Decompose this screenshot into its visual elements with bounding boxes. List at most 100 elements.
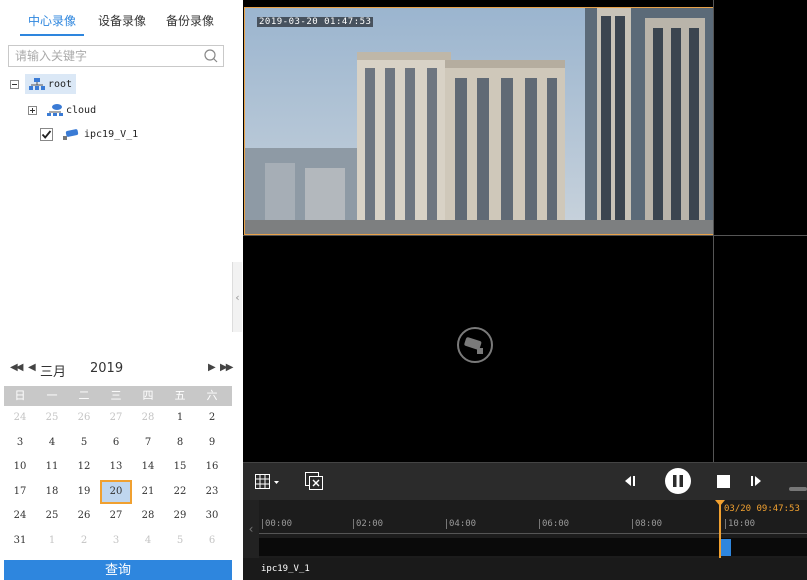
timeline[interactable]: ‹ 00:00 02:00 04:00 06:00 08:00 10:00 03… bbox=[243, 500, 807, 558]
calendar-day[interactable]: 16 bbox=[196, 455, 228, 480]
calendar-day[interactable]: 2 bbox=[196, 406, 228, 431]
calendar-day[interactable]: 9 bbox=[196, 431, 228, 456]
timeline-cursor[interactable] bbox=[715, 500, 725, 558]
calendar-day[interactable]: 6 bbox=[196, 529, 228, 554]
pause-button[interactable] bbox=[664, 467, 692, 498]
calendar-day[interactable]: 30 bbox=[196, 504, 228, 529]
query-button[interactable]: 查询 bbox=[4, 560, 232, 580]
calendar-day[interactable]: 21 bbox=[132, 480, 164, 505]
panel-collapse-handle[interactable]: ‹ bbox=[232, 262, 242, 332]
check-icon bbox=[41, 129, 52, 139]
close-all-windows-icon[interactable] bbox=[305, 472, 323, 493]
calendar-day[interactable]: 13 bbox=[100, 455, 132, 480]
calendar-day[interactable]: 4 bbox=[132, 529, 164, 554]
speed-slider[interactable] bbox=[789, 480, 807, 494]
camera-checkbox[interactable] bbox=[40, 127, 53, 141]
tree-label-cloud: cloud bbox=[66, 104, 97, 116]
video-window-2[interactable] bbox=[715, 7, 807, 235]
calendar-day[interactable]: 6 bbox=[100, 431, 132, 456]
calendar-day[interactable]: 19 bbox=[68, 480, 100, 505]
calendar-year[interactable]: 2019 bbox=[90, 361, 123, 376]
timeline-axis bbox=[259, 533, 807, 534]
video-window-4[interactable] bbox=[715, 236, 807, 462]
prev-month-icon[interactable]: ◀ bbox=[28, 362, 36, 373]
calendar-day[interactable]: 25 bbox=[36, 504, 68, 529]
calendar-day[interactable]: 22 bbox=[164, 480, 196, 505]
video-window-1[interactable]: 2019-03-20 01:47:53 bbox=[244, 7, 714, 235]
record-tabs: 中心录像 设备录像 备份录像 bbox=[0, 0, 232, 38]
tree-node-root[interactable]: root bbox=[25, 74, 77, 94]
calendar-day[interactable]: 1 bbox=[36, 529, 68, 554]
weekday: 五 bbox=[174, 389, 186, 402]
calendar-day[interactable]: 24 bbox=[4, 504, 36, 529]
calendar-month[interactable]: 三月 bbox=[40, 361, 66, 380]
search-icon[interactable] bbox=[203, 48, 219, 64]
tree-row-root: root bbox=[10, 73, 77, 95]
next-year-icon[interactable]: ▶▶ bbox=[220, 362, 233, 373]
recording-segment[interactable] bbox=[720, 539, 731, 556]
calendar-day[interactable]: 18 bbox=[36, 480, 68, 505]
timeline-scroll-left-icon[interactable]: ‹ bbox=[243, 500, 259, 558]
calendar-weekdays: 日 一 二 三 四 五 六 bbox=[4, 386, 232, 406]
calendar-day[interactable]: 29 bbox=[164, 504, 196, 529]
tab-backup-record[interactable]: 备份录像 bbox=[166, 12, 214, 29]
channel-name: ipc19_V_1 bbox=[261, 564, 310, 574]
calendar-day[interactable]: 27 bbox=[100, 504, 132, 529]
calendar-day[interactable]: 17 bbox=[4, 480, 36, 505]
step-back-icon[interactable] bbox=[623, 474, 637, 491]
calendar-day[interactable]: 28 bbox=[132, 504, 164, 529]
tree-row-cloud: cloud bbox=[28, 99, 100, 121]
expand-toggle-icon[interactable] bbox=[28, 105, 37, 115]
calendar-day[interactable]: 26 bbox=[68, 406, 100, 431]
calendar-day[interactable]: 23 bbox=[196, 480, 228, 505]
weekday: 四 bbox=[142, 389, 154, 402]
calendar-day-selected[interactable]: 20 bbox=[100, 479, 132, 504]
calendar-day[interactable]: 7 bbox=[132, 431, 164, 456]
calendar-day[interactable]: 3 bbox=[100, 529, 132, 554]
calendar: 日 一 二 三 四 五 六 24 25 26 27 28 1 2 3 4 5 6… bbox=[4, 386, 232, 553]
calendar-day[interactable]: 27 bbox=[100, 406, 132, 431]
tab-device-record[interactable]: 设备录像 bbox=[98, 12, 146, 29]
search-input[interactable] bbox=[9, 46, 199, 66]
timeline-tick: 00:00 bbox=[261, 519, 293, 529]
calendar-day[interactable]: 5 bbox=[68, 431, 100, 456]
calendar-day[interactable]: 26 bbox=[68, 504, 100, 529]
left-panel: 中心录像 设备录像 备份录像 root cloud bbox=[0, 0, 233, 580]
search-box bbox=[8, 45, 224, 67]
collapse-toggle-icon[interactable] bbox=[10, 79, 19, 89]
timeline-cursor-time: 03/20 09:47:53 bbox=[724, 504, 800, 514]
stop-icon[interactable] bbox=[717, 475, 730, 491]
calendar-day[interactable]: 31 bbox=[4, 529, 36, 554]
calendar-day[interactable]: 14 bbox=[132, 455, 164, 480]
tree-label-root: root bbox=[48, 78, 73, 90]
calendar-day[interactable]: 4 bbox=[36, 431, 68, 456]
calendar-day[interactable]: 28 bbox=[132, 406, 164, 431]
calendar-day[interactable]: 25 bbox=[36, 406, 68, 431]
tree-node-camera[interactable]: ipc19_V_1 bbox=[59, 124, 142, 144]
calendar-day[interactable]: 11 bbox=[36, 455, 68, 480]
next-month-icon[interactable]: ▶ bbox=[208, 362, 216, 373]
weekday: 一 bbox=[46, 389, 58, 402]
calendar-day[interactable]: 5 bbox=[164, 529, 196, 554]
prev-year-icon[interactable]: ◀◀ bbox=[10, 362, 23, 373]
calendar-header: ◀◀ ◀ 三月 2019 ▶ ▶▶ bbox=[0, 358, 233, 380]
step-forward-icon[interactable] bbox=[749, 474, 763, 491]
timeline-tick: 10:00 bbox=[724, 519, 756, 529]
calendar-day[interactable]: 3 bbox=[4, 431, 36, 456]
weekday: 三 bbox=[110, 389, 122, 402]
no-video-camera-icon bbox=[457, 327, 493, 363]
video-window-3[interactable] bbox=[244, 236, 714, 462]
layout-grid-icon[interactable] bbox=[255, 474, 281, 493]
calendar-day[interactable]: 1 bbox=[164, 406, 196, 431]
tree-row-camera: ipc19_V_1 bbox=[40, 123, 142, 145]
calendar-day[interactable]: 8 bbox=[164, 431, 196, 456]
tab-center-record[interactable]: 中心录像 bbox=[28, 12, 76, 29]
calendar-day[interactable]: 2 bbox=[68, 529, 100, 554]
calendar-day[interactable]: 10 bbox=[4, 455, 36, 480]
calendar-day[interactable]: 15 bbox=[164, 455, 196, 480]
calendar-day[interactable]: 12 bbox=[68, 455, 100, 480]
cloud-network-icon bbox=[47, 104, 63, 116]
chevron-left-icon: ‹ bbox=[235, 290, 240, 304]
calendar-day[interactable]: 24 bbox=[4, 406, 36, 431]
tree-node-cloud[interactable]: cloud bbox=[43, 100, 100, 120]
